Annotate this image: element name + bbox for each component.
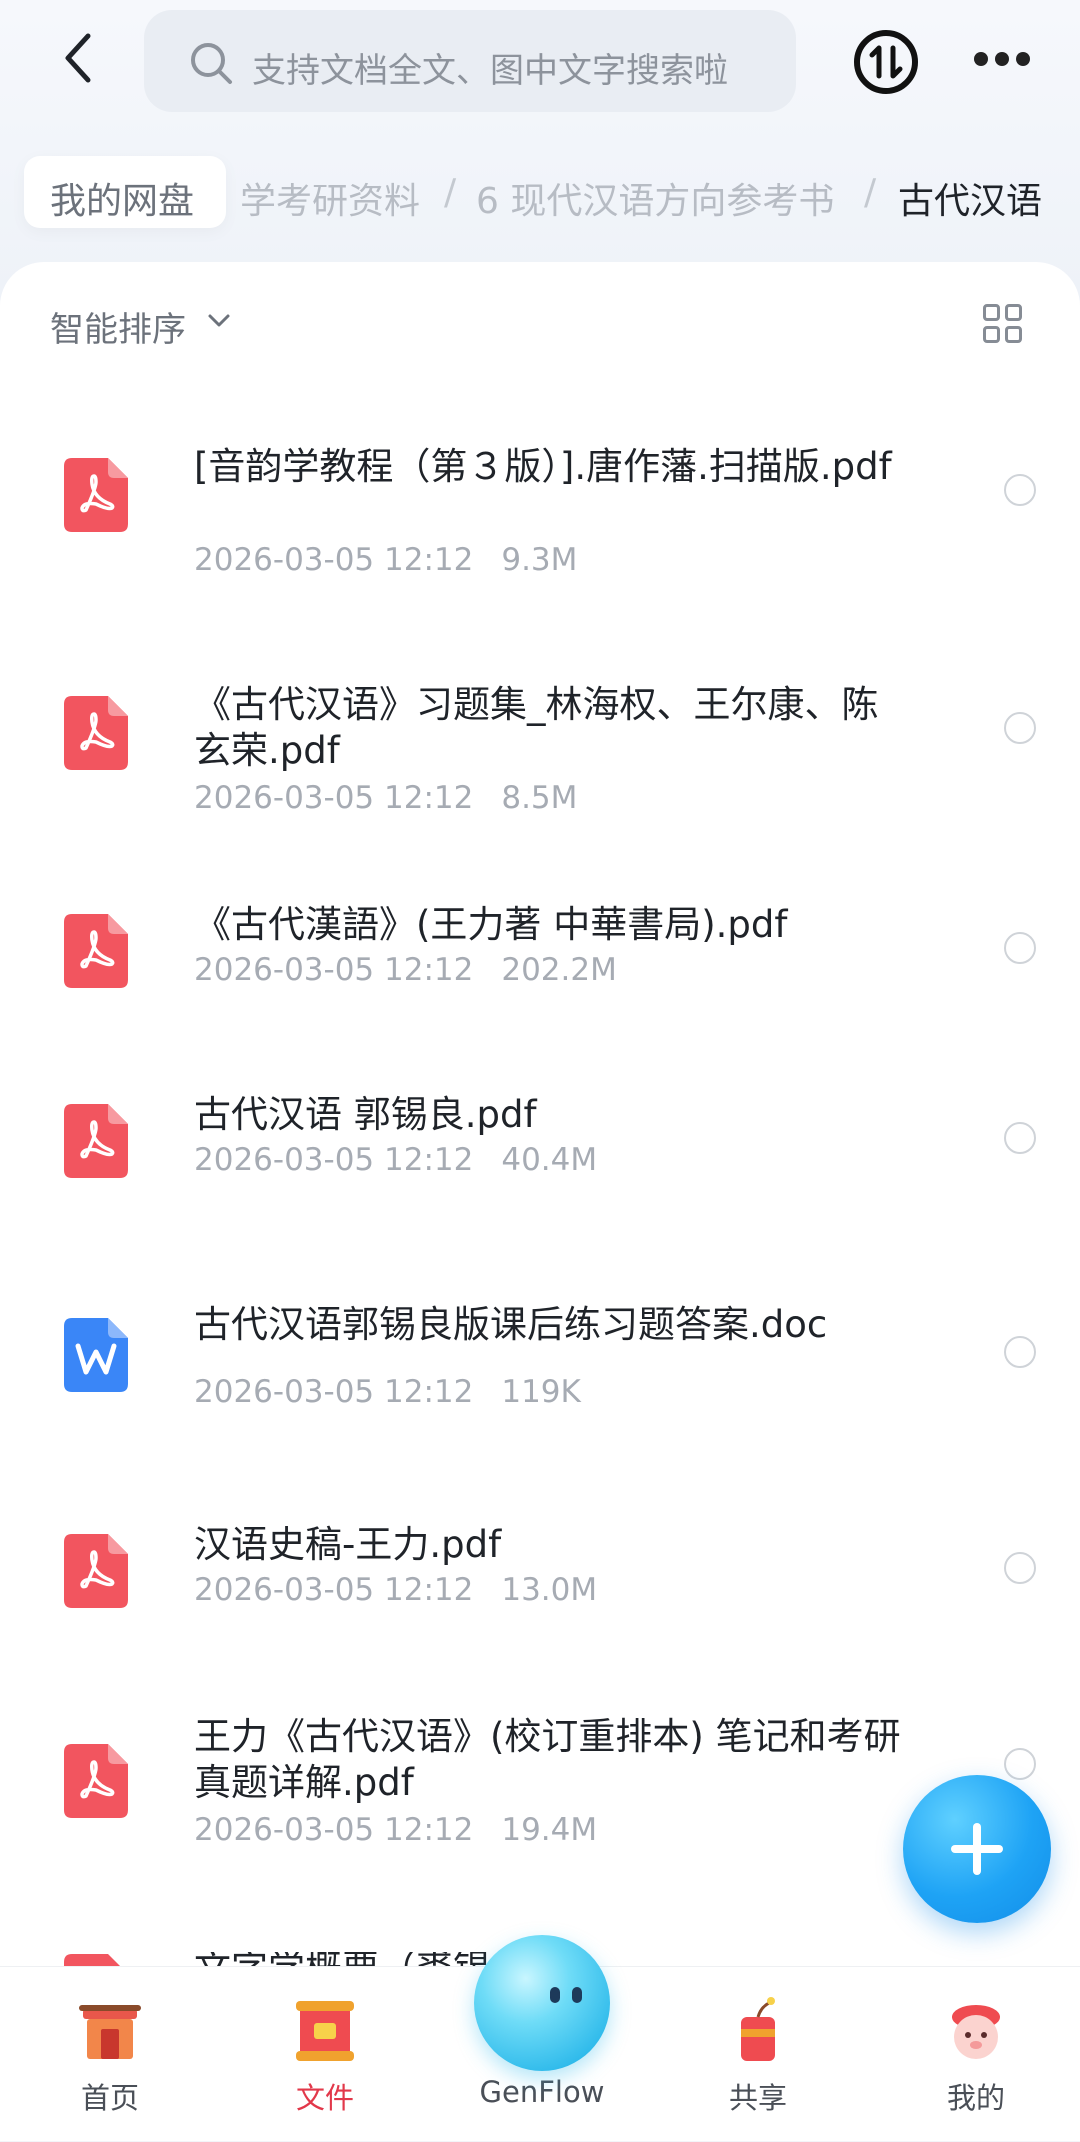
file-date: 2026-03-05 12:12 xyxy=(194,1812,474,1848)
file-name: 汉语史稿-王力.pdf xyxy=(194,1523,502,1566)
grid-cell-icon xyxy=(1005,304,1022,321)
breadcrumb-current: 古代汉语 xyxy=(898,181,1043,222)
tab-profile[interactable]: 我的 xyxy=(906,1967,1046,2142)
word-doc-icon xyxy=(64,1318,128,1392)
grid-cell-icon xyxy=(983,326,1000,343)
file-meta: 2026-03-05 12:12 9.3M xyxy=(194,542,577,578)
orb-eye-icon xyxy=(572,1987,582,2003)
tab-label: GenFlow xyxy=(479,2075,605,2109)
grid-cell-icon xyxy=(983,304,1000,321)
search-input[interactable]: 支持文档全文、图中文字搜索啦 xyxy=(144,10,796,112)
breadcrumb-item[interactable]: 学考研资料 xyxy=(240,172,420,224)
top-bar: 支持文档全文、图中文字搜索啦 xyxy=(0,0,1080,130)
pdf-file-icon xyxy=(64,458,128,532)
select-checkbox[interactable] xyxy=(1004,1336,1036,1368)
select-checkbox[interactable] xyxy=(1004,474,1036,506)
more-options-button[interactable] xyxy=(974,52,1030,68)
tab-label: 文件 xyxy=(295,2081,354,2115)
file-size: 19.4M xyxy=(501,1812,598,1848)
file-meta: 2026-03-05 12:12 8.5M xyxy=(194,780,577,816)
file-date: 2026-03-05 12:12 xyxy=(194,1374,474,1410)
file-row[interactable]: 《古代漢語》(王力著 中華書局).pdf 2026-03-05 12:12 202… xyxy=(0,892,1080,1082)
share-firecracker-icon xyxy=(741,1997,775,2061)
breadcrumb-root-label: 我的网盘 xyxy=(50,181,195,222)
file-size: 8.5M xyxy=(501,780,578,816)
file-date: 2026-03-05 12:12 xyxy=(194,780,474,816)
genflow-orb-icon[interactable] xyxy=(474,1935,610,2071)
file-row[interactable]: 汉语史稿-王力.pdf 2026-03-05 12:12 13.0M xyxy=(0,1512,1080,1702)
tab-home[interactable]: 首页 xyxy=(40,1967,180,2142)
file-row[interactable]: 《古代汉语》习题集_林海权、王尔康、陈玄荣.pdf 2026-03-05 12:… xyxy=(0,650,1080,880)
file-row[interactable]: 古代汉语郭锡良版课后练习题答案.doc 2026-03-05 12:12 119K xyxy=(0,1302,1080,1502)
file-meta: 2026-03-05 12:12 19.4M xyxy=(194,1812,597,1848)
pdf-file-icon xyxy=(64,1534,128,1608)
tab-label: 首页 xyxy=(80,2081,139,2115)
file-name: 《古代汉语》习题集_林海权、王尔康、陈玄荣.pdf xyxy=(194,683,879,772)
tab-share[interactable]: 共享 xyxy=(688,1967,828,2142)
breadcrumb: 学考研资料 / 6 现代汉语方向参考书 / 古代汉语 我的网盘 xyxy=(0,152,1080,232)
file-meta: 2026-03-05 12:12 202.2M xyxy=(194,952,617,988)
file-date: 2026-03-05 12:12 xyxy=(194,952,474,988)
file-list-panel: 智能排序 [音韵学教程（第３版）].唐作藩.扫描版.pdf 2026-03-05… xyxy=(0,262,1080,1982)
select-checkbox[interactable] xyxy=(1004,932,1036,964)
breadcrumb-item[interactable]: 6 现代汉语方向参考书 xyxy=(476,172,834,224)
file-name: 古代汉语郭锡良版课后练习题答案.doc xyxy=(194,1303,828,1346)
file-size: 40.4M xyxy=(501,1142,598,1178)
transfer-arrows-icon xyxy=(869,45,903,79)
file-name: 古代汉语 郭锡良.pdf xyxy=(194,1093,537,1136)
select-checkbox[interactable] xyxy=(1004,712,1036,744)
tab-files[interactable]: 文件 xyxy=(255,1967,395,2142)
sync-button[interactable] xyxy=(854,30,918,94)
file-size: 119K xyxy=(501,1374,581,1410)
breadcrumb-separator: / xyxy=(864,172,877,213)
file-name: [音韵学教程（第３版）].唐作藩.扫描版.pdf xyxy=(194,445,892,488)
file-name: 《古代漢語》(王力著 中華書局).pdf xyxy=(194,903,788,946)
orb-eye-icon xyxy=(550,1987,560,2003)
sort-dropdown[interactable]: 智能排序 xyxy=(50,302,186,351)
grid-cell-icon xyxy=(1005,326,1022,343)
file-meta: 2026-03-05 12:12 13.0M xyxy=(194,1572,597,1608)
add-button[interactable] xyxy=(903,1775,1051,1923)
pdf-file-icon xyxy=(64,1104,128,1178)
more-dot-icon xyxy=(974,52,988,66)
select-checkbox[interactable] xyxy=(1004,1122,1036,1154)
file-name: 王力《古代汉语》(校订重排本) 笔记和考研真题详解.pdf xyxy=(194,1715,901,1804)
home-gate-icon xyxy=(79,2005,141,2059)
search-placeholder: 支持文档全文、图中文字搜索啦 xyxy=(252,51,728,91)
select-checkbox[interactable] xyxy=(1004,1552,1036,1584)
search-icon xyxy=(191,43,232,84)
file-meta: 2026-03-05 12:12 119K xyxy=(194,1374,581,1410)
file-date: 2026-03-05 12:12 xyxy=(194,1572,474,1608)
file-date: 2026-03-05 12:12 xyxy=(194,1142,474,1178)
pdf-file-icon xyxy=(64,696,128,770)
pdf-file-icon xyxy=(64,1744,128,1818)
tab-label: 我的 xyxy=(946,2081,1005,2115)
file-row[interactable]: [音韵学教程（第３版）].唐作藩.扫描版.pdf 2026-03-05 12:1… xyxy=(0,412,1080,642)
file-row[interactable]: 古代汉语 郭锡良.pdf 2026-03-05 12:12 40.4M xyxy=(0,1084,1080,1274)
files-scroll-icon xyxy=(296,2001,354,2061)
file-date: 2026-03-05 12:12 xyxy=(194,542,474,578)
file-size: 13.0M xyxy=(501,1572,598,1608)
more-dot-icon xyxy=(1016,52,1030,66)
back-button[interactable] xyxy=(52,28,112,88)
chevron-left-icon xyxy=(65,33,91,83)
grid-view-button[interactable] xyxy=(983,304,1023,344)
tab-label: 共享 xyxy=(728,2081,787,2115)
select-checkbox[interactable] xyxy=(1004,1748,1036,1780)
more-dot-icon xyxy=(995,52,1009,66)
file-meta: 2026-03-05 12:12 40.4M xyxy=(194,1142,597,1178)
profile-avatar-icon xyxy=(952,2005,1000,2059)
breadcrumb-root[interactable]: 我的网盘 xyxy=(24,156,226,228)
pdf-file-icon xyxy=(64,914,128,988)
file-size: 9.3M xyxy=(501,542,578,578)
chevron-down-icon[interactable] xyxy=(206,308,232,334)
file-size: 202.2M xyxy=(501,952,617,988)
breadcrumb-separator: / xyxy=(444,172,457,213)
